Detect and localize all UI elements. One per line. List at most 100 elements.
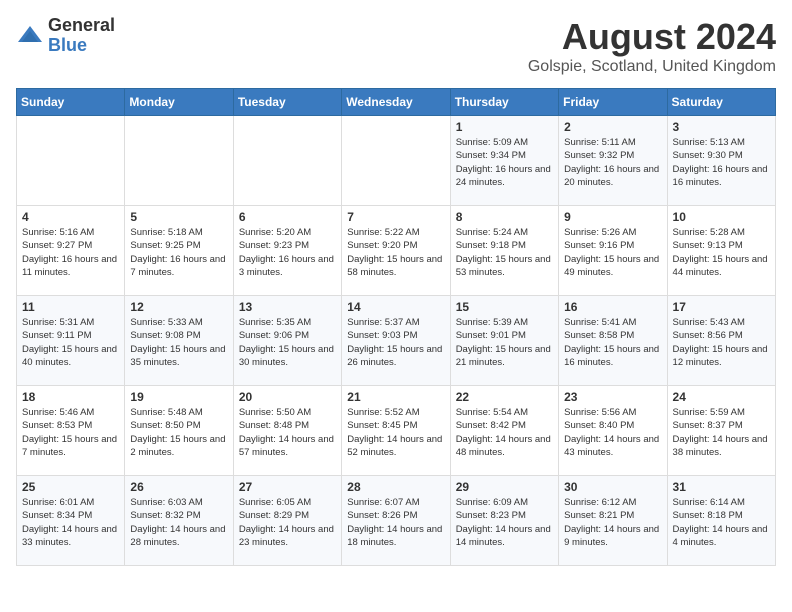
calendar-cell: 13 Sunrise: 5:35 AM Sunset: 9:06 PM Dayli… <box>233 296 341 386</box>
day-info: Sunrise: 5:24 AM Sunset: 9:18 PM Dayligh… <box>456 226 553 279</box>
title-section: August 2024 Golspie, Scotland, United Ki… <box>528 16 776 76</box>
calendar-cell: 6 Sunrise: 5:20 AM Sunset: 9:23 PM Daylig… <box>233 206 341 296</box>
calendar-cell: 30Sunrise: 6:12 AM Sunset: 8:21 PM Dayli… <box>559 476 667 566</box>
calendar-table: Sunday Monday Tuesday Wednesday Thursday… <box>16 88 776 566</box>
day-number: 12 <box>130 300 227 314</box>
calendar-cell <box>125 116 233 206</box>
day-info: Sunrise: 5:56 AM Sunset: 8:40 PM Dayligh… <box>564 406 661 459</box>
calendar-cell: 2Sunrise: 5:11 AM Sunset: 9:32 PM Daylig… <box>559 116 667 206</box>
header-saturday: Saturday <box>667 89 775 116</box>
day-number: 9 <box>564 210 661 224</box>
header-friday: Friday <box>559 89 667 116</box>
day-info: Sunrise: 6:01 AM Sunset: 8:34 PM Dayligh… <box>22 496 119 549</box>
day-number: 17 <box>673 300 770 314</box>
day-info: Sunrise: 5:20 AM Sunset: 9:23 PM Dayligh… <box>239 226 336 279</box>
calendar-subtitle: Golspie, Scotland, United Kingdom <box>528 58 776 76</box>
day-info: Sunrise: 5:35 AM Sunset: 9:06 PM Dayligh… <box>239 316 336 369</box>
day-info: Sunrise: 5:28 AM Sunset: 9:13 PM Dayligh… <box>673 226 770 279</box>
calendar-cell: 31 Sunrise: 6:14 AM Sunset: 8:18 PM Dayli… <box>667 476 775 566</box>
header: General Blue August 2024 Golspie, Scotla… <box>16 16 776 76</box>
calendar-cell <box>17 116 125 206</box>
day-info: Sunrise: 5:26 AM Sunset: 9:16 PM Dayligh… <box>564 226 661 279</box>
day-info: Sunrise: 6:05 AM Sunset: 8:29 PM Dayligh… <box>239 496 336 549</box>
day-info: Sunrise: 6:07 AM Sunset: 8:26 PM Dayligh… <box>347 496 444 549</box>
week-row-2: 4 Sunrise: 5:16 AM Sunset: 9:27 PM Daylig… <box>17 206 776 296</box>
header-wednesday: Wednesday <box>342 89 450 116</box>
week-row-3: 11 Sunrise: 5:31 AM Sunset: 9:11 PM Dayli… <box>17 296 776 386</box>
logo-text: General Blue <box>48 16 115 56</box>
day-number: 23 <box>564 390 661 404</box>
calendar-cell: 5Sunrise: 5:18 AM Sunset: 9:25 PM Daylig… <box>125 206 233 296</box>
calendar-cell: 24 Sunrise: 5:59 AM Sunset: 8:37 PM Dayli… <box>667 386 775 476</box>
header-tuesday: Tuesday <box>233 89 341 116</box>
week-row-1: 1Sunrise: 5:09 AM Sunset: 9:34 PM Daylig… <box>17 116 776 206</box>
day-number: 10 <box>673 210 770 224</box>
logo-icon <box>16 22 44 50</box>
day-info: Sunrise: 5:54 AM Sunset: 8:42 PM Dayligh… <box>456 406 553 459</box>
day-number: 27 <box>239 480 336 494</box>
day-info: Sunrise: 5:31 AM Sunset: 9:11 PM Dayligh… <box>22 316 119 369</box>
day-number: 4 <box>22 210 119 224</box>
header-sunday: Sunday <box>17 89 125 116</box>
day-number: 31 <box>673 480 770 494</box>
day-info: Sunrise: 5:37 AM Sunset: 9:03 PM Dayligh… <box>347 316 444 369</box>
day-info: Sunrise: 6:14 AM Sunset: 8:18 PM Dayligh… <box>673 496 770 549</box>
day-info: Sunrise: 6:09 AM Sunset: 8:23 PM Dayligh… <box>456 496 553 549</box>
logo-blue-text: Blue <box>48 36 115 56</box>
day-number: 19 <box>130 390 227 404</box>
calendar-cell: 8 Sunrise: 5:24 AM Sunset: 9:18 PM Daylig… <box>450 206 558 296</box>
calendar-cell: 11 Sunrise: 5:31 AM Sunset: 9:11 PM Dayli… <box>17 296 125 386</box>
day-info: Sunrise: 5:43 AM Sunset: 8:56 PM Dayligh… <box>673 316 770 369</box>
calendar-cell: 4 Sunrise: 5:16 AM Sunset: 9:27 PM Daylig… <box>17 206 125 296</box>
day-number: 18 <box>22 390 119 404</box>
calendar-cell: 10 Sunrise: 5:28 AM Sunset: 9:13 PM Dayli… <box>667 206 775 296</box>
calendar-cell: 25 Sunrise: 6:01 AM Sunset: 8:34 PM Dayli… <box>17 476 125 566</box>
calendar-cell: 3Sunrise: 5:13 AM Sunset: 9:30 PM Daylig… <box>667 116 775 206</box>
day-info: Sunrise: 5:59 AM Sunset: 8:37 PM Dayligh… <box>673 406 770 459</box>
day-number: 25 <box>22 480 119 494</box>
calendar-body: 1Sunrise: 5:09 AM Sunset: 9:34 PM Daylig… <box>17 116 776 566</box>
calendar-cell: 1Sunrise: 5:09 AM Sunset: 9:34 PM Daylig… <box>450 116 558 206</box>
calendar-cell: 9 Sunrise: 5:26 AM Sunset: 9:16 PM Daylig… <box>559 206 667 296</box>
calendar-cell: 29 Sunrise: 6:09 AM Sunset: 8:23 PM Dayli… <box>450 476 558 566</box>
day-number: 11 <box>22 300 119 314</box>
day-info: Sunrise: 5:33 AM Sunset: 9:08 PM Dayligh… <box>130 316 227 369</box>
calendar-cell: 22Sunrise: 5:54 AM Sunset: 8:42 PM Dayli… <box>450 386 558 476</box>
calendar-cell: 18Sunrise: 5:46 AM Sunset: 8:53 PM Dayli… <box>17 386 125 476</box>
day-number: 29 <box>456 480 553 494</box>
calendar-cell: 14 Sunrise: 5:37 AM Sunset: 9:03 PM Dayli… <box>342 296 450 386</box>
day-number: 30 <box>564 480 661 494</box>
header-thursday: Thursday <box>450 89 558 116</box>
day-number: 24 <box>673 390 770 404</box>
day-number: 1 <box>456 120 553 134</box>
calendar-cell: 15 Sunrise: 5:39 AM Sunset: 9:01 PM Dayli… <box>450 296 558 386</box>
day-info: Sunrise: 5:16 AM Sunset: 9:27 PM Dayligh… <box>22 226 119 279</box>
day-number: 6 <box>239 210 336 224</box>
day-info: Sunrise: 5:41 AM Sunset: 8:58 PM Dayligh… <box>564 316 661 369</box>
day-number: 28 <box>347 480 444 494</box>
day-number: 20 <box>239 390 336 404</box>
header-monday: Monday <box>125 89 233 116</box>
day-number: 16 <box>564 300 661 314</box>
day-number: 8 <box>456 210 553 224</box>
calendar-cell: 26Sunrise: 6:03 AM Sunset: 8:32 PM Dayli… <box>125 476 233 566</box>
day-number: 2 <box>564 120 661 134</box>
calendar-cell <box>342 116 450 206</box>
day-info: Sunrise: 5:22 AM Sunset: 9:20 PM Dayligh… <box>347 226 444 279</box>
header-row: Sunday Monday Tuesday Wednesday Thursday… <box>17 89 776 116</box>
calendar-cell <box>233 116 341 206</box>
calendar-cell: 12 Sunrise: 5:33 AM Sunset: 9:08 PM Dayli… <box>125 296 233 386</box>
week-row-5: 25 Sunrise: 6:01 AM Sunset: 8:34 PM Dayli… <box>17 476 776 566</box>
calendar-cell: 19Sunrise: 5:48 AM Sunset: 8:50 PM Dayli… <box>125 386 233 476</box>
week-row-4: 18Sunrise: 5:46 AM Sunset: 8:53 PM Dayli… <box>17 386 776 476</box>
calendar-cell: 16 Sunrise: 5:41 AM Sunset: 8:58 PM Dayli… <box>559 296 667 386</box>
day-info: Sunrise: 5:13 AM Sunset: 9:30 PM Dayligh… <box>673 136 770 189</box>
day-number: 13 <box>239 300 336 314</box>
logo: General Blue <box>16 16 115 56</box>
day-info: Sunrise: 6:03 AM Sunset: 8:32 PM Dayligh… <box>130 496 227 549</box>
calendar-header: Sunday Monday Tuesday Wednesday Thursday… <box>17 89 776 116</box>
day-number: 15 <box>456 300 553 314</box>
calendar-cell: 28 Sunrise: 6:07 AM Sunset: 8:26 PM Dayli… <box>342 476 450 566</box>
day-number: 14 <box>347 300 444 314</box>
day-info: Sunrise: 5:39 AM Sunset: 9:01 PM Dayligh… <box>456 316 553 369</box>
